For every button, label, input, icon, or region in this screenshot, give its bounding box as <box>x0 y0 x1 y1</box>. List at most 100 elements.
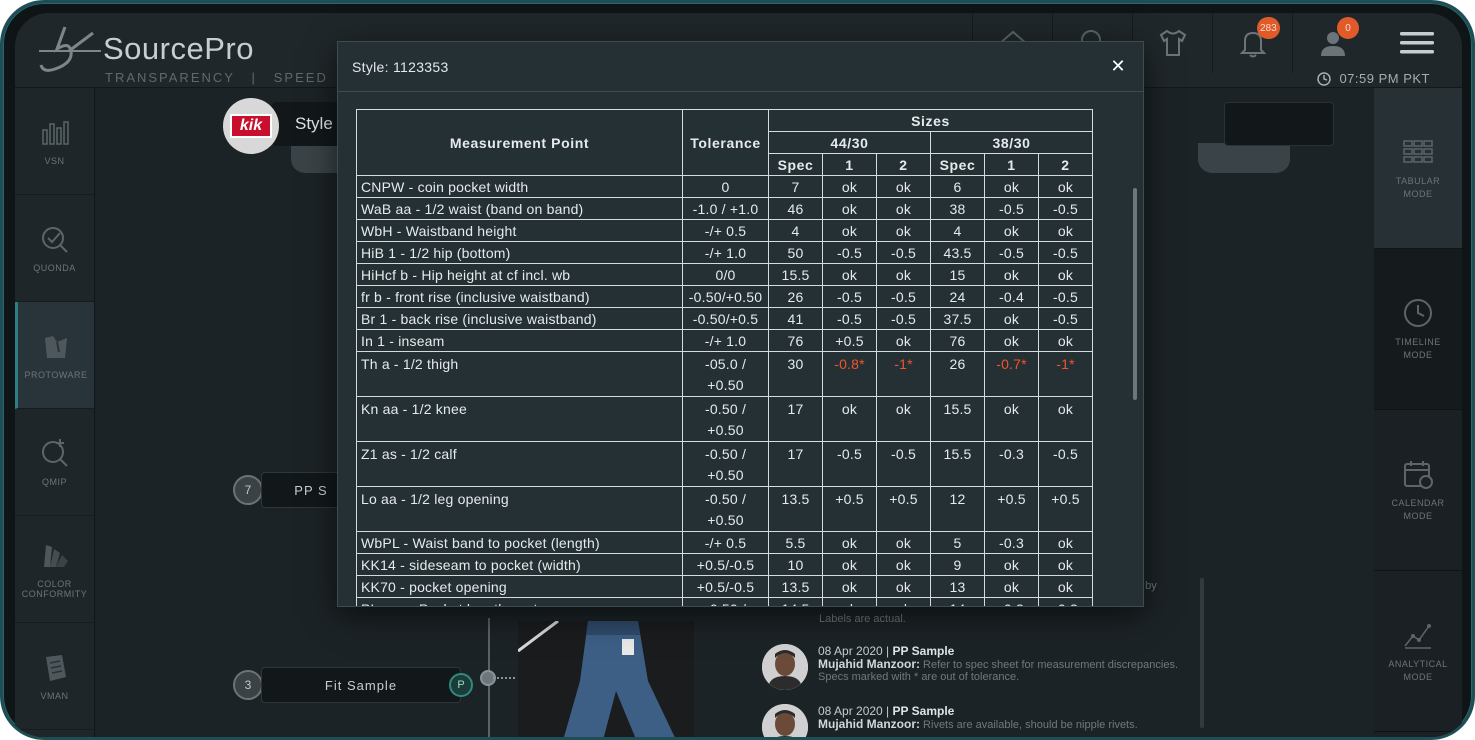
measurement-point-cell: Lo aa - 1/2 leg opening <box>356 486 683 532</box>
measurement-point-cell: WaB aa - 1/2 waist (band on band) <box>356 197 683 220</box>
sample-cell: ok <box>876 597 931 606</box>
view-mode-calendar[interactable]: CALENDAR MODE <box>1374 410 1462 571</box>
table-row: Lo aa - 1/2 leg opening -0.50 / +0.50 13.5… <box>356 486 1093 532</box>
sample-photo[interactable] <box>518 621 694 737</box>
sample-cell: ok <box>822 531 877 554</box>
spec-cell: 13.5 <box>768 486 823 532</box>
clock: 07:59 PM PKT <box>1317 71 1430 86</box>
tolerance-cell: 0/0 <box>682 263 769 286</box>
sample-cell: ok <box>876 531 931 554</box>
sample-cell: ok <box>876 396 931 442</box>
notifications-badge: 283 <box>1257 17 1280 39</box>
feed-stage: PP Sample <box>892 704 955 718</box>
view-mode-tabular[interactable]: TABULAR MODE <box>1374 88 1462 249</box>
view-mode-analytical[interactable]: ANALYTICAL MODE <box>1374 571 1462 732</box>
sample-cell: -0.7* <box>984 351 1039 397</box>
tolerance-cell: -/+ 0.5 <box>682 219 769 242</box>
jeans-image <box>518 621 694 737</box>
quality-check-icon <box>41 227 68 253</box>
sample-cell: +0.5 <box>822 329 877 352</box>
spec-cell: 15.5 <box>930 441 985 487</box>
measurement-point-cell: HiB 1 - 1/2 hip (bottom) <box>356 241 683 264</box>
sample-cell: ok <box>822 175 877 198</box>
modal-body: Measurement Point Tolerance Sizes 44/30 … <box>338 93 1143 606</box>
garment-button[interactable] <box>1132 13 1212 73</box>
measurement-point-cell: HiHcf b - Hip height at cf incl. wb <box>356 263 683 286</box>
spec-cell: 50 <box>768 241 823 264</box>
sample-cell: ok <box>984 263 1039 286</box>
sidebar-item-label: VMAN <box>40 691 69 701</box>
measurement-point-cell: Z1 as - 1/2 calf <box>356 441 683 487</box>
sample-cell: +0.5 <box>876 486 931 532</box>
view-mode-timeline[interactable]: TIMELINE MODE <box>1374 249 1462 410</box>
sample-cell: ok <box>876 575 931 598</box>
sample-cell: ok <box>984 175 1039 198</box>
sidebar-item-quonda[interactable]: QUONDA <box>15 195 94 302</box>
sample-cell: -0.5 <box>822 285 877 308</box>
table-row: HiB 1 - 1/2 hip (bottom) -/+ 1.0 50 -0.5 -0.… <box>356 241 1093 264</box>
col-header-sample-2: 2 <box>1038 153 1093 176</box>
avatar <box>762 704 808 737</box>
node-label: Fit Sample <box>261 667 461 703</box>
app-tagline: TRANSPARENCY | SPEED <box>105 70 328 85</box>
sample-cell: ok <box>876 329 931 352</box>
close-button[interactable]: ✕ <box>1107 56 1129 78</box>
menu-button[interactable] <box>1372 13 1462 73</box>
sidebar-item-protoware[interactable]: PROTOWARE <box>15 302 94 409</box>
spec-cell: 76 <box>768 329 823 352</box>
table-row: KK14 - sideseam to pocket (width) +0.5/-0… <box>356 553 1093 576</box>
sample-cell: ok <box>984 219 1039 242</box>
sidebar-item-qmip[interactable]: QMIP <box>15 409 94 516</box>
sidebar-item-vsn[interactable]: VSN <box>15 88 94 195</box>
tolerance-cell: -/+ 0.5 <box>682 531 769 554</box>
modal-header: Style: 1123353 ✕ <box>338 42 1143 92</box>
sample-cell: ok <box>1038 329 1093 352</box>
timeline-node-fit-sample[interactable]: 3 Fit Sample P <box>233 667 473 703</box>
feed-date: 08 Apr 2020 | <box>818 644 893 658</box>
view-mode-label: TABULAR MODE <box>1395 176 1441 199</box>
measurement-point-cell: fr b - front rise (inclusive waistband) <box>356 285 683 308</box>
sample-cell: -0.5 <box>822 307 877 330</box>
measurement-point-cell: Th a - 1/2 thigh <box>356 351 683 397</box>
feed-scrollbar[interactable] <box>1200 578 1204 728</box>
chat-header[interactable] <box>1224 102 1334 146</box>
brand-logo: kik <box>223 98 279 154</box>
sample-cell: -0.5 <box>876 307 931 330</box>
col-header-spec: Spec <box>930 153 985 176</box>
spec-cell: 26 <box>768 285 823 308</box>
spec-cell: 4 <box>930 219 985 242</box>
sample-cell: -0.5 <box>1038 441 1093 487</box>
measurement-point-cell: In 1 - inseam <box>356 329 683 352</box>
spec-cell: 10 <box>768 553 823 576</box>
col-header-sizes: Sizes <box>768 109 1093 132</box>
avatar-image <box>762 644 808 690</box>
user-button[interactable]: 0 <box>1292 13 1372 73</box>
tolerance-cell: 0 <box>682 175 769 198</box>
sample-cell: -0.5 <box>1038 307 1093 330</box>
spec-cell: 38 <box>930 197 985 220</box>
tolerance-cell: +0.5/-0.5 <box>682 553 769 576</box>
sample-cell: ok <box>984 307 1039 330</box>
sample-cell: ok <box>876 263 931 286</box>
sample-cell: -0.5 <box>984 197 1039 220</box>
sample-cell: +0.5 <box>822 486 877 532</box>
sidebar-item-vman[interactable]: VMAN <box>15 623 94 730</box>
sample-cell: -0.5 <box>1038 285 1093 308</box>
sample-cell: ok <box>822 553 877 576</box>
notifications-button[interactable]: 283 <box>1212 13 1292 73</box>
sample-cell: ok <box>1038 396 1093 442</box>
sidebar-item-color-conformity[interactable]: COLOR CONFORMITY <box>15 516 94 623</box>
measurement-point-cell: WbPL - Waist band to pocket (length) <box>356 531 683 554</box>
modal-scrollbar[interactable] <box>1133 188 1137 400</box>
table-row: WbPL - Waist band to pocket (length) -/+ … <box>356 531 1093 554</box>
col-header-size-b: 38/30 <box>930 131 1093 154</box>
table-row: Kn aa - 1/2 knee -0.50 / +0.50 17 ok ok 15.5 o… <box>356 396 1093 442</box>
feed-meta: 08 Apr 2020 | PP Sample <box>818 704 1138 718</box>
spec-cell: 13 <box>930 575 985 598</box>
sample-cell: -0.5 <box>822 241 877 264</box>
feed-text: Mujahid Manzoor: Refer to spec sheet for… <box>818 658 1202 683</box>
node-number: 7 <box>233 475 263 505</box>
spec-cell: 17 <box>768 441 823 487</box>
sample-cell: -0.4 <box>984 285 1039 308</box>
tolerance-cell: -05.0 / +0.50 <box>682 351 769 397</box>
